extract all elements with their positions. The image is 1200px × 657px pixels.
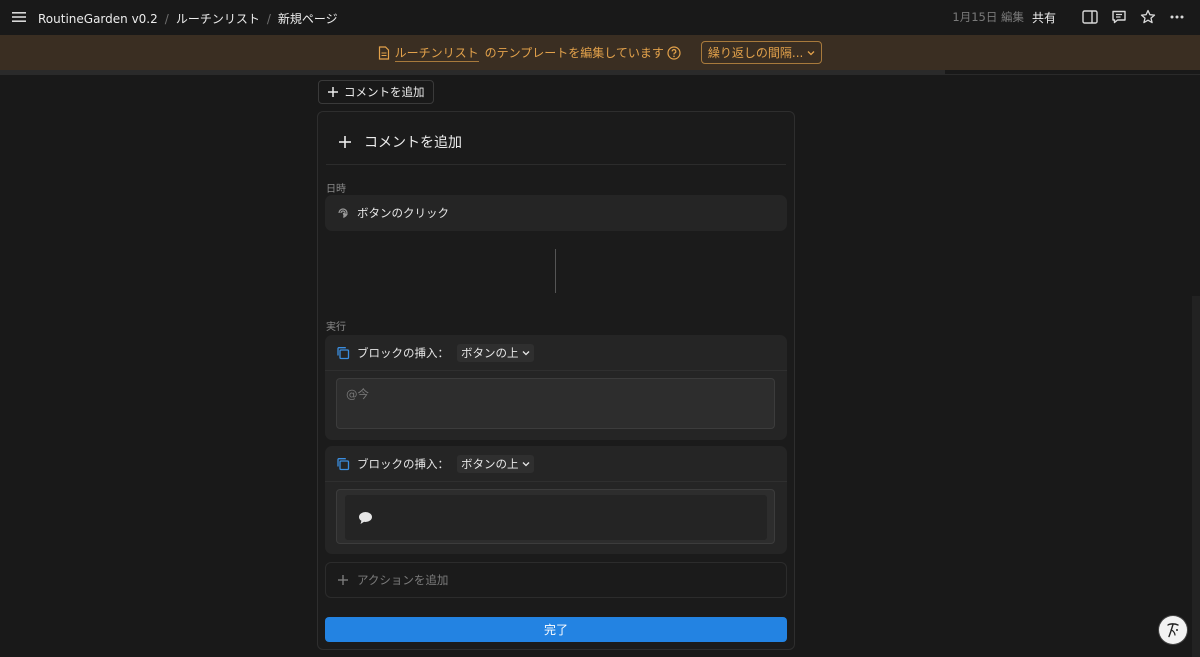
breadcrumb-separator: / <box>266 11 271 26</box>
add-action-label: アクションを追加 <box>357 573 449 587</box>
breadcrumb-new-page[interactable]: 新規ページ <box>278 10 338 27</box>
add-action-button[interactable]: アクションを追加 <box>325 562 787 598</box>
template-source-link[interactable]: ルーチンリスト <box>394 44 479 62</box>
position-value: ボタンの上 <box>461 456 519 471</box>
divider <box>0 74 1200 75</box>
document-icon <box>378 45 390 60</box>
position-dropdown[interactable]: ボタンの上 <box>457 343 534 362</box>
block-content-input[interactable]: @今 <box>336 378 775 429</box>
sidebar-panel-icon[interactable] <box>1081 8 1099 26</box>
action-card: ブロックの挿入： ボタンの上 @今 <box>325 335 787 440</box>
repeat-interval-button[interactable]: 繰り返しの間隔... <box>700 41 823 64</box>
button-config-panel: コメントを追加 日時 ボタンのクリック 実行 ブロックの挿入： ボタンの上 @今 <box>317 111 795 650</box>
flow-connector <box>555 249 556 293</box>
panel-header: コメントを追加 <box>326 120 786 165</box>
trigger-label: ボタンのクリック <box>357 206 449 220</box>
edited-timestamp: 1月15日 編集 <box>952 10 1024 24</box>
template-editing-banner: ルーチンリスト のテンプレートを編集しています 繰り返しの間隔... <box>0 35 1200 70</box>
share-button[interactable]: 共有 <box>1032 9 1056 26</box>
trigger-card[interactable]: ボタンのクリック <box>325 195 787 231</box>
add-comment-button[interactable]: コメントを追加 <box>318 80 434 104</box>
plus-icon <box>338 575 348 585</box>
side-scrollbar[interactable] <box>1192 296 1200 657</box>
help-assistant-icon[interactable] <box>1159 616 1187 644</box>
speech-bubble-icon[interactable] <box>358 511 373 525</box>
plus-icon <box>328 87 338 97</box>
callout-block[interactable] <box>345 495 767 540</box>
button-name-title[interactable]: コメントを追加 <box>364 132 462 152</box>
plus-icon[interactable] <box>332 129 358 155</box>
block-content-input[interactable] <box>336 489 775 544</box>
action-card: ブロックの挿入： ボタンの上 <box>325 446 787 554</box>
banner-message: のテンプレートを編集しています <box>484 46 664 60</box>
action-header: ブロックの挿入： ボタンの上 <box>325 335 787 371</box>
menu-icon[interactable] <box>11 10 27 24</box>
actions-section-label: 実行 <box>326 322 346 333</box>
action-type-label: ブロックの挿入： <box>357 345 449 360</box>
breadcrumb-workspace[interactable]: RoutineGarden v0.2 <box>38 12 158 26</box>
insert-block-icon <box>336 457 350 471</box>
breadcrumb-routine-list[interactable]: ルーチンリスト <box>176 10 260 27</box>
more-icon[interactable] <box>1168 8 1186 26</box>
done-button[interactable]: 完了 <box>325 617 787 642</box>
chevron-down-icon <box>522 350 529 355</box>
chevron-down-icon <box>522 461 529 466</box>
done-label: 完了 <box>543 623 568 637</box>
action-type-label: ブロックの挿入： <box>357 456 449 471</box>
action-header: ブロックの挿入： ボタンの上 <box>325 446 787 482</box>
add-comment-label: コメントを追加 <box>344 85 425 99</box>
position-dropdown[interactable]: ボタンの上 <box>457 454 534 473</box>
top-bar: RoutineGarden v0.2 / ルーチンリスト / 新規ページ 1月1… <box>0 0 1200 35</box>
chevron-down-icon <box>807 50 815 55</box>
star-icon[interactable] <box>1139 8 1157 26</box>
block-content-placeholder: @今 <box>346 387 369 401</box>
breadcrumb: RoutineGarden v0.2 / ルーチンリスト / 新規ページ <box>38 10 338 27</box>
insert-block-icon <box>336 346 350 360</box>
position-value: ボタンの上 <box>461 345 519 360</box>
repeat-interval-label: 繰り返しの間隔... <box>707 46 804 60</box>
topbar-actions: 1月15日 編集 共有 <box>952 7 1186 27</box>
breadcrumb-separator: / <box>164 11 169 26</box>
help-circle-icon[interactable] <box>667 45 681 60</box>
trigger-section-label: 日時 <box>326 184 346 195</box>
comment-icon[interactable] <box>1110 8 1128 26</box>
cursor-click-icon <box>336 206 350 220</box>
